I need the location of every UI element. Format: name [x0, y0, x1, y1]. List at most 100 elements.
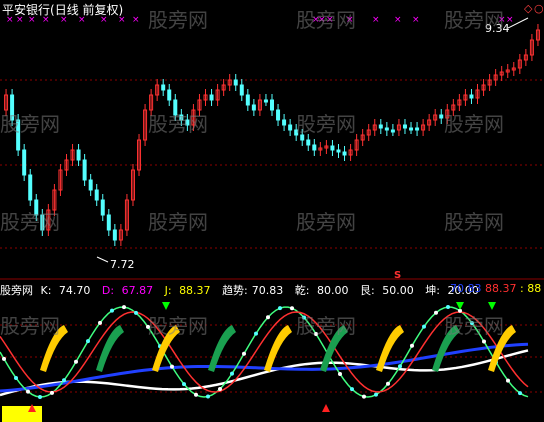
- candle-body: [251, 104, 256, 111]
- watermark: 股旁网: [444, 8, 504, 32]
- signal-dot: [362, 394, 366, 399]
- signal-dot: [386, 381, 390, 386]
- watermark: 股旁网: [296, 210, 356, 234]
- signal-dot: [14, 375, 18, 380]
- signal-dot: [290, 306, 294, 311]
- signal-dot: [374, 392, 378, 397]
- watermark: 股旁网: [296, 112, 356, 136]
- signal-dot: [182, 382, 186, 387]
- chart-mode: (日线 前复权): [50, 3, 124, 17]
- chart-title: 平安银行(日线 前复权): [2, 1, 123, 18]
- signal-dot: [194, 392, 198, 397]
- watermark: 股旁网: [296, 8, 356, 32]
- candle-body: [439, 114, 444, 119]
- candle-body: [378, 124, 383, 129]
- right-values: 70.83 88.37 : 88: [450, 282, 542, 295]
- candle-body: [94, 189, 99, 201]
- candle-body: [330, 145, 335, 151]
- signal-dot: [338, 371, 342, 376]
- watermark: 股旁网: [444, 314, 504, 338]
- signal-dot: [122, 305, 126, 310]
- buy-arrow: [322, 404, 330, 412]
- svg-text:×: ×: [372, 15, 380, 25]
- watermark: 股旁网: [444, 210, 504, 234]
- signal-dot: [74, 359, 78, 364]
- signal-dot: [422, 324, 426, 329]
- sell-arrow: [488, 302, 496, 310]
- svg-text:×: ×: [132, 15, 140, 25]
- candle-body: [161, 84, 166, 91]
- watermark: 股旁网: [444, 112, 504, 136]
- signal-dot: [446, 305, 450, 310]
- indicator-name: 股旁网: [0, 284, 33, 297]
- signal-dot: [2, 356, 6, 361]
- signal-dot: [218, 386, 222, 391]
- candle-body: [469, 94, 474, 99]
- signal-dot: [38, 394, 42, 399]
- candle-body: [82, 159, 87, 181]
- signal-dot: [518, 391, 522, 396]
- candle-body: [402, 124, 407, 129]
- signal-dot: [278, 306, 282, 311]
- watermark: 股旁网: [296, 314, 356, 338]
- candle-body: [76, 149, 81, 161]
- svg-text:×: ×: [412, 15, 420, 25]
- j-value: J: 88.37: [164, 284, 211, 297]
- signal-dot: [170, 364, 174, 369]
- signal-dot: [26, 389, 30, 394]
- watermark: 股旁网: [148, 8, 208, 32]
- signal-dot: [230, 371, 234, 376]
- watermark: 股旁网: [148, 112, 208, 136]
- low-price-label: 7.72: [110, 258, 135, 271]
- signal-dot: [254, 331, 258, 336]
- signal-dot: [410, 343, 414, 348]
- signal-dot: [506, 378, 510, 383]
- candle-body: [336, 149, 341, 153]
- signal-dot: [266, 315, 270, 320]
- candle-body: [100, 199, 105, 216]
- signal-dot: [482, 339, 486, 344]
- gen-value: 艮: 50.00: [360, 284, 414, 297]
- signal-dot: [110, 308, 114, 313]
- signal-dot: [50, 390, 54, 395]
- signal-dot: [62, 378, 66, 383]
- candle-body: [239, 84, 244, 96]
- candle-body: [276, 109, 281, 121]
- candle-body: [342, 151, 347, 156]
- candle-body: [245, 94, 250, 106]
- candle-body: [263, 99, 268, 103]
- candle-body: [28, 174, 33, 201]
- candle-body: [88, 179, 93, 191]
- watermark: 股旁网: [148, 314, 208, 338]
- signal-dot: [242, 351, 246, 356]
- k-value: K: 74.70: [40, 284, 91, 297]
- candle-body: [106, 214, 111, 231]
- signal-dot: [350, 387, 354, 392]
- candle-body: [288, 124, 293, 131]
- candle-body: [306, 139, 311, 146]
- trend-value: 趋势: 70.83: [222, 284, 284, 297]
- signal-dot: [206, 394, 210, 399]
- candle-body: [233, 79, 238, 86]
- watermark: 股旁网: [0, 210, 60, 234]
- candle-body: [415, 127, 420, 131]
- candle-body: [390, 129, 395, 133]
- candle-body: [312, 144, 317, 151]
- d-value: D: 67.87: [101, 284, 154, 297]
- watermark: 股旁网: [0, 112, 60, 136]
- candle-body: [167, 89, 172, 101]
- candle-body: [282, 119, 287, 126]
- qian-value: 乾: 80.00: [294, 284, 349, 297]
- candle-body: [409, 127, 414, 131]
- trend-line-blue: [0, 342, 529, 393]
- kdj-band: [96, 325, 124, 372]
- svg-text:×: ×: [394, 15, 402, 25]
- yellow-block: [2, 406, 42, 422]
- candle-body: [112, 229, 117, 241]
- watermark: 股旁网: [148, 210, 208, 234]
- candle-body: [270, 99, 274, 111]
- sell-arrow: [162, 302, 170, 310]
- watermark: 股旁网: [0, 314, 60, 338]
- kdj-band: [208, 325, 236, 372]
- signal-dot: [398, 364, 402, 369]
